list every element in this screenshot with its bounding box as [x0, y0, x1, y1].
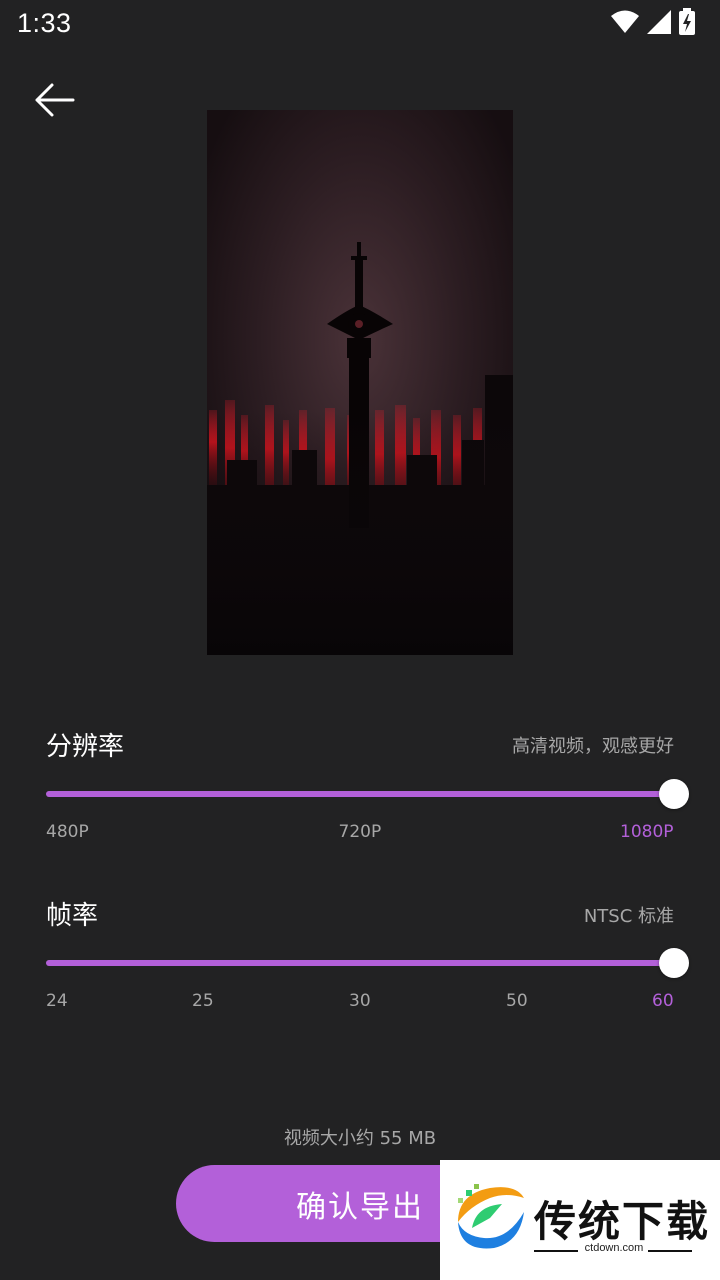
- frame-rate-option-60[interactable]: 60: [652, 991, 674, 1011]
- frame-rate-options: 24 25 30 50 60: [46, 991, 674, 1015]
- status-icons: [610, 8, 696, 40]
- signal-icon: [646, 9, 672, 39]
- wifi-icon: [610, 9, 640, 39]
- frame-rate-option-24[interactable]: 24: [46, 991, 68, 1011]
- resolution-options: 480P 720P 1080P: [46, 822, 674, 846]
- resolution-option-720p[interactable]: 720P: [339, 822, 382, 842]
- resolution-slider[interactable]: [46, 776, 689, 812]
- file-size-estimate: 视频大小约 55 MB: [283, 1128, 437, 1149]
- frame-rate-title: 帧率: [46, 901, 99, 931]
- video-thumbnail: [207, 110, 513, 655]
- watermark-title: 传统下载: [534, 1197, 711, 1246]
- resolution-option-480p[interactable]: 480P: [46, 822, 89, 842]
- resolution-hint: 高清视频，观感更好: [512, 736, 674, 757]
- frame-rate-slider[interactable]: [46, 945, 689, 981]
- watermark-line-right: [648, 1250, 692, 1252]
- status-bar: 1:33: [0, 0, 720, 50]
- back-button[interactable]: [28, 80, 80, 124]
- frame-rate-option-30[interactable]: 30: [349, 991, 371, 1011]
- resolution-option-1080p[interactable]: 1080P: [620, 822, 674, 842]
- video-preview: [207, 110, 513, 655]
- status-time: 1:33: [17, 8, 72, 38]
- battery-charging-icon: [678, 8, 696, 40]
- frame-rate-slider-thumb[interactable]: [659, 948, 689, 978]
- frame-rate-slider-fill: [46, 960, 674, 966]
- watermark-logo-icon: [450, 1182, 526, 1258]
- arrow-left-icon: [33, 82, 75, 122]
- watermark-site: ctdown.com: [584, 1242, 644, 1254]
- resolution-slider-fill: [46, 791, 674, 797]
- watermark: 传统下载 ctdown.com: [440, 1160, 720, 1280]
- frame-rate-hint: NTSC 标准: [583, 906, 674, 927]
- resolution-slider-thumb[interactable]: [659, 779, 689, 809]
- frame-rate-option-50[interactable]: 50: [506, 991, 528, 1011]
- frame-rate-option-25[interactable]: 25: [192, 991, 214, 1011]
- resolution-title: 分辨率: [46, 732, 125, 762]
